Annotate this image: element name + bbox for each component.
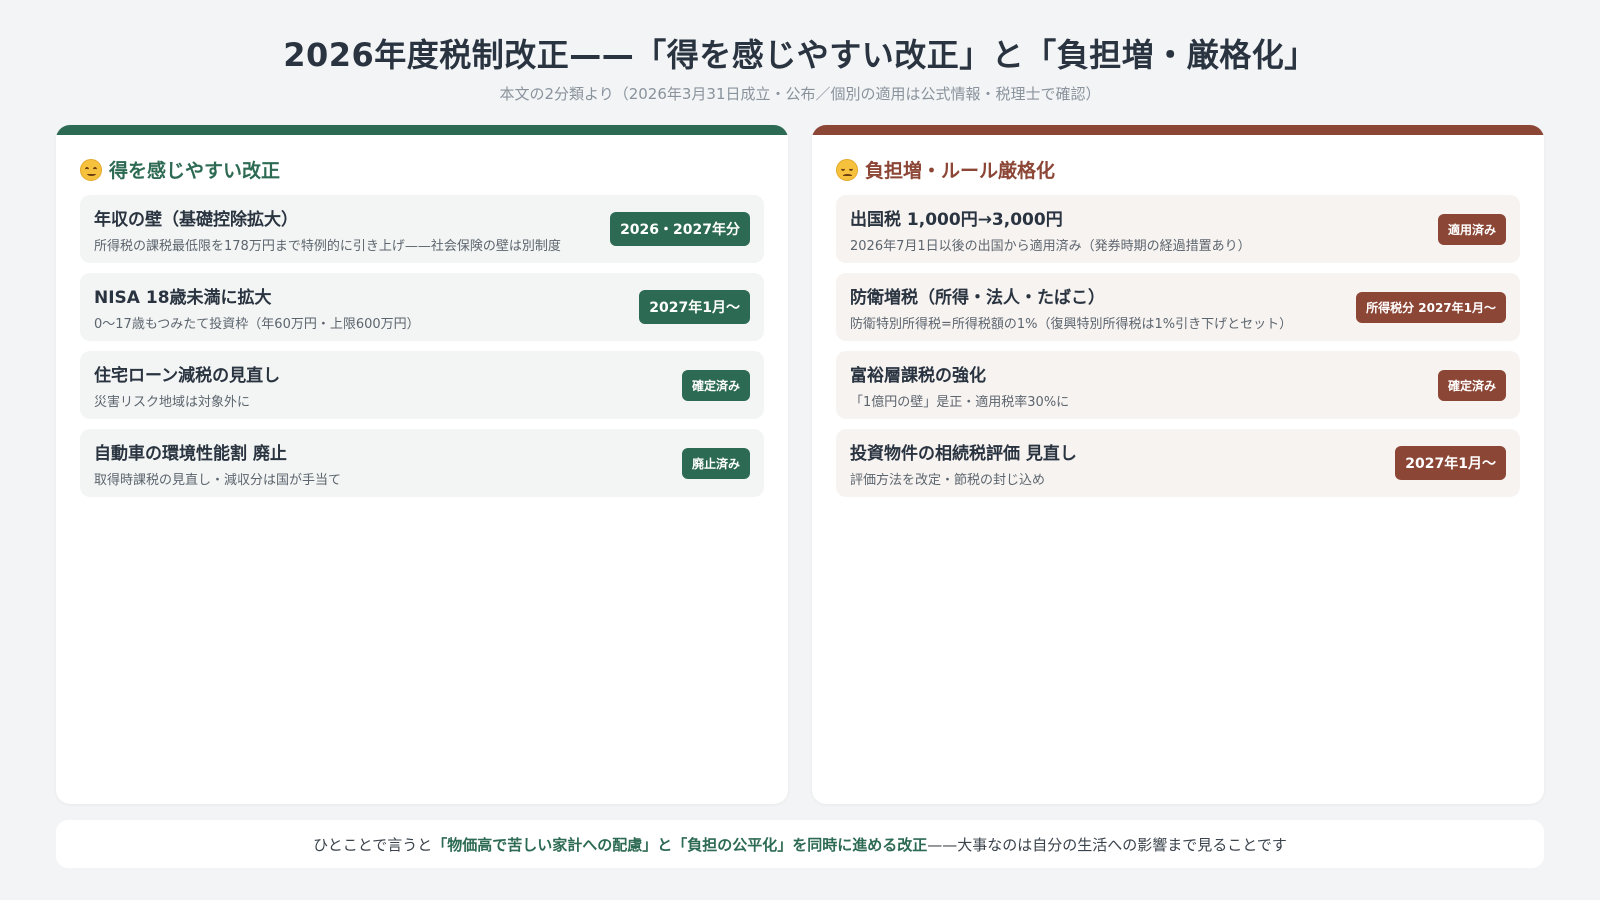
status-badge: 廃止済み [681, 447, 750, 479]
item-title: 自動車の環境性能割 廃止 [94, 443, 287, 464]
item-title: 防衛増税（所得・法人・たばこ） [850, 287, 1105, 308]
item-title: NISA 18歳未満に拡大 [94, 287, 272, 308]
benefit-list: 年収の壁（基礎控除拡大） 所得税の課税最低限を178万円まで特例的に引き上げ——… [80, 195, 764, 497]
page-title: 2026年度税制改正——「得を感じやすい改正」と「負担増・厳格化」 [283, 36, 1317, 74]
summary-footer: ひとことで言うと 「物価高で苦しい家計への配慮」と「負担の公平化」を同時に進める改… [56, 820, 1544, 868]
status-badge: 2026・2027年分 [610, 212, 750, 246]
item-title: 住宅ローン減税の見直し [94, 365, 281, 386]
panel-heading: 得を感じやすい改正 [80, 156, 280, 183]
item-description: 所得税の課税最低限を178万円まで特例的に引き上げ——社会保険の壁は別制度 [94, 238, 561, 254]
item-title: 富裕層課税の強化 [850, 365, 986, 386]
status-badge: 2027年1月〜 [639, 290, 750, 324]
list-item: 住宅ローン減税の見直し 災害リスク地域は対象外に 確定済み [80, 351, 764, 419]
item-description: 防衛特別所得税=所得税額の1%（復興特別所得税は1%引き下げとセット） [850, 316, 1293, 332]
panel-accent-bar [56, 125, 788, 135]
page-subtitle: 本文の2分類より（2026年3月31日成立・公布／個別の適用は公式情報・税理士で… [499, 85, 1101, 103]
list-item: 自動車の環境性能割 廃止 取得時課税の見直し・減収分は国が手当て 廃止済み [80, 429, 764, 497]
burden-list: 出国税 1,000円→3,000円 2026年7月1日以後の出国から適用済み（発… [836, 195, 1520, 497]
status-badge: 適用済み [1437, 213, 1506, 245]
item-description: 2026年7月1日以後の出国から適用済み（発券時期の経過措置あり） [850, 238, 1251, 254]
item-description: 0〜17歳もつみたて投資枠（年60万円・上限600万円） [94, 316, 420, 332]
status-badge: 2027年1月〜 [1395, 446, 1506, 480]
panel-heading-label: 得を感じやすい改正 [109, 160, 281, 182]
list-item: 富裕層課税の強化 「1億円の壁」是正・適用税率30%に 確定済み [836, 351, 1520, 419]
status-badge: 確定済み [681, 369, 750, 401]
list-item: 防衛増税（所得・法人・たばこ） 防衛特別所得税=所得税額の1%（復興特別所得税は… [836, 273, 1520, 341]
summary-highlight: 「物価高で苦しい家計への配慮」と「負担の公平化」を同時に進める改正 [432, 835, 928, 854]
status-badge: 所得税分 2027年1月〜 [1356, 291, 1506, 323]
panel-heading-label: 負担増・ルール厳格化 [865, 160, 1056, 182]
item-description: 評価方法を改定・節税の封じ込め [850, 472, 1046, 488]
summary-prefix: ひとことで言うと [313, 835, 433, 854]
item-description: 取得時課税の見直し・減収分は国が手当て [94, 472, 342, 488]
list-item: NISA 18歳未満に拡大 0〜17歳もつみたて投資枠（年60万円・上限600万… [80, 273, 764, 341]
benefit-panel: 得を感じやすい改正 年収の壁（基礎控除拡大） 所得税の課税最低限を178万円まで… [56, 125, 788, 804]
panel-heading: 負担増・ルール厳格化 [836, 156, 1055, 183]
panel-accent-bar [812, 125, 1544, 135]
list-item: 出国税 1,000円→3,000円 2026年7月1日以後の出国から適用済み（発… [836, 195, 1520, 263]
item-description: 災害リスク地域は対象外に [94, 394, 251, 410]
status-badge: 確定済み [1437, 369, 1506, 401]
burden-panel: 負担増・ルール厳格化 出国税 1,000円→3,000円 2026年7月1日以後… [812, 125, 1544, 804]
summary-suffix: ——大事なのは自分の生活への影響まで見ることです [927, 835, 1287, 854]
smiling-face-icon [80, 158, 102, 181]
list-item: 投資物件の相続税評価 見直し 評価方法を改定・節税の封じ込め 2027年1月〜 [836, 429, 1520, 497]
item-title: 出国税 1,000円→3,000円 [850, 209, 1063, 230]
pensive-face-icon [836, 158, 858, 181]
item-description: 「1億円の壁」是正・適用税率30%に [850, 394, 1070, 410]
item-title: 投資物件の相続税評価 見直し [850, 443, 1077, 464]
list-item: 年収の壁（基礎控除拡大） 所得税の課税最低限を178万円まで特例的に引き上げ——… [80, 195, 764, 263]
item-title: 年収の壁（基礎控除拡大） [94, 209, 298, 230]
